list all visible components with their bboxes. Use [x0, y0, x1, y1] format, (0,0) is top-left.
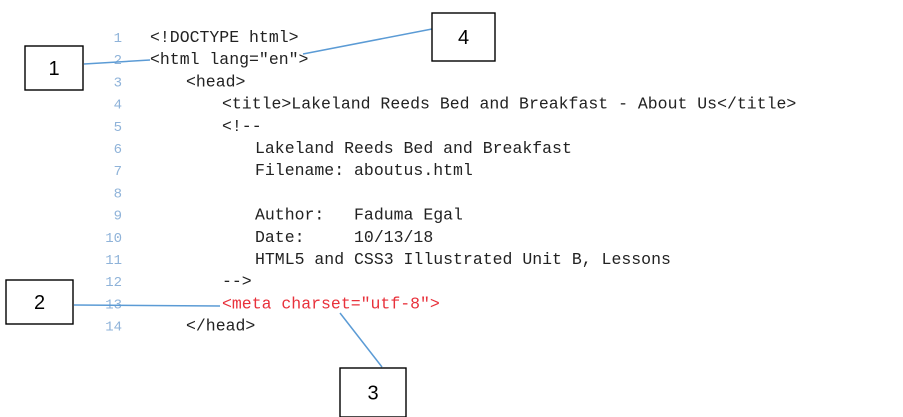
- leader-line-2: [73, 304, 221, 307]
- callout-label: 1: [48, 58, 59, 80]
- callout-box-4: 4: [431, 12, 496, 62]
- line-number: 6: [114, 142, 122, 158]
- line-number: 14: [105, 320, 122, 336]
- line-number: 11: [105, 253, 122, 269]
- line-number: 5: [114, 120, 122, 136]
- callout-label: 2: [34, 292, 45, 314]
- code-line-highlighted: <meta charset="utf-8">: [222, 294, 440, 313]
- annotated-code-diagram: 1 <!DOCTYPE html> 2 <html lang="en"> 3 <head>…: [5, 12, 796, 417]
- code-line: </head>: [186, 317, 255, 336]
- code-line: HTML5 and CSS3 Illustrated Unit B, Lesso…: [255, 250, 671, 269]
- leader-line-4: [302, 28, 433, 55]
- line-number: 8: [114, 186, 122, 202]
- leader-line-3: [339, 312, 383, 368]
- code-line: <!DOCTYPE html>: [150, 28, 299, 47]
- line-number: 4: [114, 98, 122, 114]
- callout-box-3: 3: [339, 367, 407, 417]
- callout-box-1: 1: [24, 45, 84, 91]
- callout-label: 4: [458, 27, 469, 49]
- code-listing: 1 <!DOCTYPE html>2 <html lang="en">3 <head>…: [105, 28, 796, 336]
- callout-label: 3: [367, 383, 378, 405]
- line-number: 1: [114, 31, 122, 47]
- code-line: -->: [222, 272, 252, 291]
- code-line: Lakeland Reeds Bed and Breakfast: [255, 139, 572, 158]
- line-number: 9: [114, 209, 122, 225]
- code-line: Author: Faduma Egal: [255, 206, 463, 225]
- line-number: 3: [114, 75, 122, 91]
- line-number: 12: [105, 275, 122, 291]
- code-line: <html lang="en">: [150, 50, 308, 69]
- callout-box-2: 2: [5, 279, 74, 325]
- code-line: Date: 10/13/18: [255, 228, 433, 247]
- code-line: <!--: [222, 117, 262, 136]
- code-line: <head>: [186, 72, 245, 91]
- code-line: Filename: aboutus.html: [255, 161, 473, 180]
- code-line: <title>Lakeland Reeds Bed and Breakfast …: [222, 95, 796, 114]
- line-number: 10: [105, 231, 122, 247]
- line-number: 7: [114, 164, 122, 180]
